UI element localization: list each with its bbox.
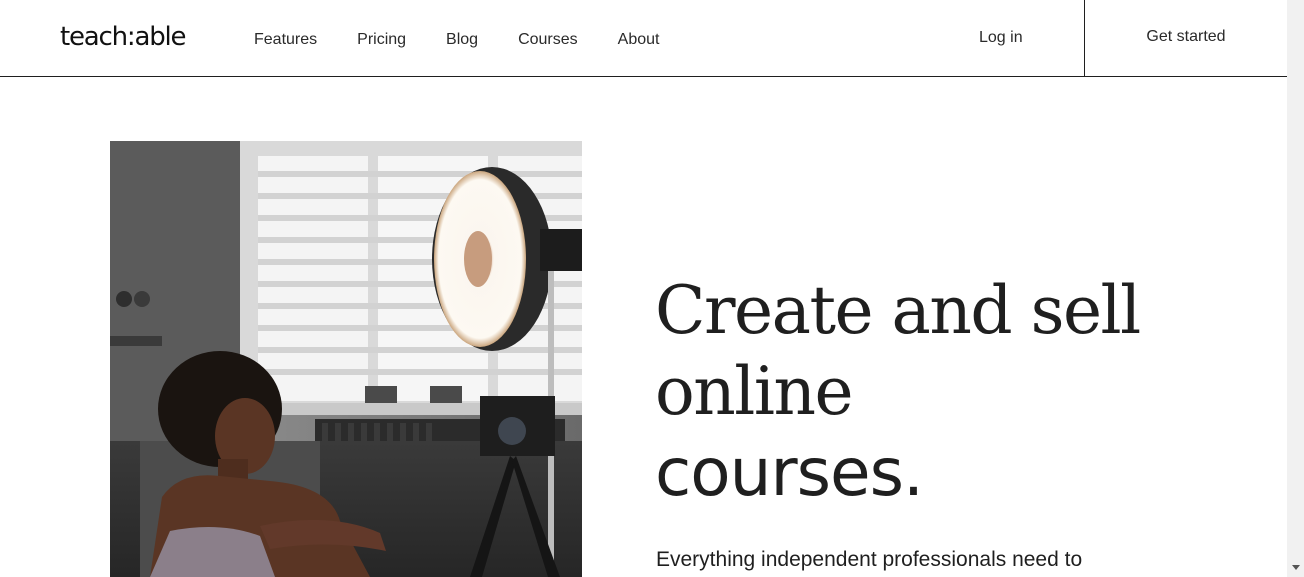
get-started-button[interactable]: Get started [1085,0,1287,76]
get-started-label: Get started [1146,28,1226,45]
nav-link-blog[interactable]: Blog [446,31,478,49]
headline-line-1: Create and sell [655,272,1141,349]
hero-subtext: Everything independent professionals nee… [656,548,1083,571]
site-header: teach:able Features Pricing Blog Courses… [0,0,1287,77]
nav-link-courses[interactable]: Courses [518,31,578,49]
nav-link-features[interactable]: Features [254,31,317,49]
login-link[interactable]: Log in [979,29,1023,47]
vertical-scrollbar[interactable] [1287,0,1304,577]
scroll-down-arrow-icon[interactable] [1292,565,1300,570]
page: teach:able Features Pricing Blog Courses… [0,0,1287,577]
logo[interactable]: teach:able [60,22,187,52]
main-nav: Features Pricing Blog Courses About [254,31,659,49]
hero-image [110,141,582,577]
headline-line-2: online [655,353,854,430]
nav-link-about[interactable]: About [618,31,660,49]
nav-link-pricing[interactable]: Pricing [357,31,406,49]
hero-headline: Create and sell online courses. [655,270,1175,513]
headline-line-3: courses. [655,434,924,511]
